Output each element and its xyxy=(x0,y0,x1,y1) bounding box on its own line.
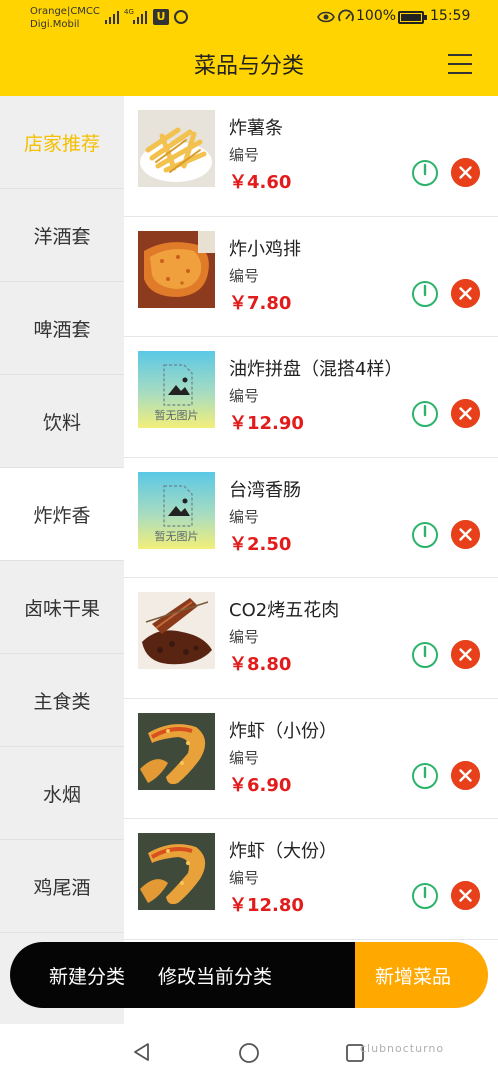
dish-code: 编号 xyxy=(229,507,260,526)
delete-icon[interactable] xyxy=(451,399,480,428)
menu-icon[interactable] xyxy=(448,54,472,74)
category-item-cocktail[interactable]: 鸡尾酒 xyxy=(0,840,124,933)
dish-price: ￥8.80 xyxy=(229,654,292,675)
power-toggle-icon[interactable] xyxy=(411,762,439,790)
delete-icon[interactable] xyxy=(451,519,480,549)
dish-code: 编号 xyxy=(229,869,260,887)
category-item-beer-set[interactable]: 啤酒套 xyxy=(0,282,124,375)
carrier-label: Orange|CMCC Digi.Mobil xyxy=(30,5,100,31)
category-item-staple-food[interactable]: 主食类 xyxy=(0,654,124,747)
dish-price: ￥2.50 xyxy=(229,533,292,555)
dish-code: 编号 xyxy=(229,146,260,164)
dish-code: 编号 xyxy=(229,387,260,405)
dish-price: ￥7.80 xyxy=(229,292,292,314)
delete-icon[interactable] xyxy=(451,760,480,790)
dish-name: 台湾香肠 xyxy=(229,479,301,501)
watermark: clubnocturno xyxy=(360,1042,445,1055)
dish-row[interactable]: CO2烤五花肉 编号 ￥8.80 xyxy=(124,578,498,699)
category-item-liquor-set[interactable]: 洋酒套 xyxy=(0,189,124,282)
category-label: 炸炸香 xyxy=(33,504,91,527)
category-label: 饮料 xyxy=(42,411,81,434)
dish-row[interactable]: 炸小鸡排 编号 ￥7.80 xyxy=(124,216,498,337)
power-toggle-icon[interactable] xyxy=(411,400,439,428)
category-actions: 新建分类 修改当前分类 xyxy=(10,942,355,1008)
category-item-braised-snacks[interactable]: 卤味干果 xyxy=(0,561,124,654)
delete-icon[interactable] xyxy=(451,881,480,910)
top-bar: Orange|CMCC Digi.Mobil 4G U 100% 15:59 菜… xyxy=(0,0,498,96)
home-icon[interactable] xyxy=(238,1042,260,1064)
category-label: 鸡尾酒 xyxy=(33,876,91,899)
system-nav-bar: clubnocturno xyxy=(0,1024,498,1080)
dish-name: 炸小鸡排 xyxy=(229,238,301,260)
dish-name: 炸虾（小份） xyxy=(229,720,337,742)
dish-photo-pork-belly xyxy=(138,592,215,669)
category-label: 卤味干果 xyxy=(23,597,100,620)
power-toggle-icon[interactable] xyxy=(411,280,439,308)
speedometer-icon xyxy=(338,9,354,22)
new-category-button[interactable]: 新建分类 xyxy=(49,962,125,989)
signal-icon-2 xyxy=(133,11,147,24)
power-toggle-icon[interactable] xyxy=(411,882,439,910)
dish-photo-fries xyxy=(138,110,215,187)
dish-row[interactable]: 炸薯条 编号 ￥4.60 xyxy=(124,96,498,217)
delete-icon[interactable] xyxy=(451,640,480,669)
battery-icon xyxy=(398,11,427,24)
dish-row[interactable]: 炸虾（大份） 编号 ￥12.80 xyxy=(124,819,498,940)
dish-row[interactable]: 暂无图片 油炸拼盘（混搭4样） 编号 ￥12.90 xyxy=(124,337,498,458)
status-bar: Orange|CMCC Digi.Mobil 4G U 100% 15:59 xyxy=(0,0,498,34)
power-toggle-icon[interactable] xyxy=(411,641,439,669)
category-item-fried[interactable]: 炸炸香 xyxy=(0,468,124,561)
signal-icon xyxy=(105,11,119,24)
screen: Orange|CMCC Digi.Mobil 4G U 100% 15:59 菜… xyxy=(0,0,498,1080)
bottom-action-bar: 新增菜品 新建分类 修改当前分类 xyxy=(10,942,488,1008)
dish-list: 炸薯条 编号 ￥4.60 炸小鸡排 编号 ￥7.80 暂无图片 油炸拼盘（混搭4… xyxy=(124,96,498,946)
delete-icon[interactable] xyxy=(451,158,480,187)
dish-name: 炸薯条 xyxy=(229,118,283,139)
category-label: 主食类 xyxy=(33,690,91,713)
dish-code: 编号 xyxy=(229,628,260,646)
category-item-drinks[interactable]: 饮料 xyxy=(0,375,124,468)
add-dish-button[interactable]: 新增菜品 xyxy=(343,942,488,1008)
dish-photo-fried-shrimp xyxy=(138,712,215,790)
category-label: 啤酒套 xyxy=(33,318,91,341)
category-sidebar: 店家推荐 洋酒套 啤酒套 饮料 炸炸香 卤味干果 主食类 水烟 鸡尾酒 xyxy=(0,96,124,1024)
dish-photo-placeholder: 暂无图片 xyxy=(138,351,215,428)
category-label: 水烟 xyxy=(42,783,81,806)
sync-icon xyxy=(174,10,188,24)
carrier-line-2: Digi.Mobil xyxy=(30,19,80,30)
category-item-hookah[interactable]: 水烟 xyxy=(0,747,124,840)
category-item-recommend[interactable]: 店家推荐 xyxy=(0,96,124,189)
category-label: 洋酒套 xyxy=(33,225,91,248)
category-label: 店家推荐 xyxy=(23,132,100,155)
power-toggle-icon[interactable] xyxy=(411,521,439,549)
dish-photo-fried-shrimp xyxy=(138,833,215,910)
no-image-text: 暂无图片 xyxy=(154,529,199,543)
dish-price: ￥12.80 xyxy=(229,895,304,916)
dish-name: 油炸拼盘（混搭4样） xyxy=(229,359,403,380)
eye-icon xyxy=(317,11,335,23)
delete-icon[interactable] xyxy=(451,278,480,308)
dish-code: 编号 xyxy=(229,748,260,767)
add-dish-label: 新增菜品 xyxy=(375,966,452,988)
dish-row[interactable]: 炸虾（小份） 编号 ￥6.90 xyxy=(124,698,498,819)
power-toggle-icon[interactable] xyxy=(411,159,439,187)
dish-name: 炸虾（大份） xyxy=(229,841,337,862)
app-notification-icon: U xyxy=(153,9,169,25)
dish-photo-placeholder: 暂无图片 xyxy=(138,471,215,549)
back-icon[interactable] xyxy=(132,1042,152,1062)
dish-name: CO2烤五花肉 xyxy=(229,600,340,621)
page-title: 菜品与分类 xyxy=(193,54,304,79)
dish-photo-chicken xyxy=(138,230,215,308)
dish-row[interactable]: 暂无图片 台湾香肠 编号 ￥2.50 xyxy=(124,457,498,578)
edit-category-button[interactable]: 修改当前分类 xyxy=(158,962,272,989)
dish-price: ￥6.90 xyxy=(229,774,292,796)
no-image-text: 暂无图片 xyxy=(154,409,199,422)
dish-price: ￥12.90 xyxy=(229,413,304,434)
carrier-line-1: Orange|CMCC xyxy=(30,6,100,17)
battery-percent: 100% xyxy=(356,8,397,24)
clock: 15:59 xyxy=(430,8,471,24)
dish-code: 编号 xyxy=(229,266,260,285)
dish-price: ￥4.60 xyxy=(229,172,292,193)
